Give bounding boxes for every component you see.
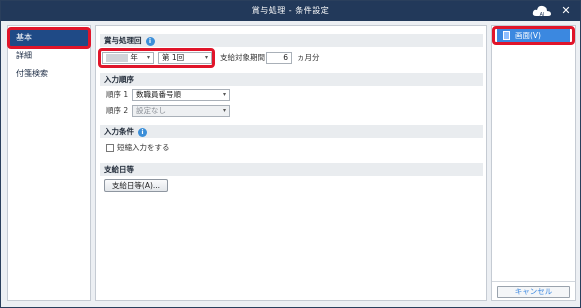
main-panel: 賞与処理回 i 年 ▾ 第 1回 ▾ 支給対象期間 6 ヵ月分 入力順序 順序 1… <box>95 25 487 301</box>
divider <box>492 281 575 282</box>
info-icon[interactable]: i <box>145 36 155 46</box>
section-input-order: 入力順序 <box>100 73 483 86</box>
shortcut-input-checkbox[interactable] <box>106 144 114 152</box>
payment-period-unit: ヵ月分 <box>297 53 320 62</box>
payment-period-input[interactable]: 6 <box>266 52 292 64</box>
chevron-down-icon: ▾ <box>222 107 226 114</box>
section-input-condition-title: 入力条件 <box>104 127 134 136</box>
highlight-ring-year-round <box>98 48 215 68</box>
order2-label: 順序 2 <box>106 106 129 115</box>
payment-date-button[interactable]: 支給日等(A)... <box>104 179 168 192</box>
cloud-badge-text: AI <box>540 12 545 18</box>
order2-combo[interactable]: 設定なし ▾ <box>132 105 230 117</box>
order1-label: 順序 1 <box>106 90 129 99</box>
cloud-icon: AI <box>532 5 551 18</box>
highlight-ring-screen <box>492 26 575 45</box>
order1-combo[interactable]: 数職員番号順 ▾ <box>132 89 230 101</box>
title-bar: 賞与処理 - 条件設定 AI ✕ <box>1 1 580 21</box>
window-title: 賞与処理 - 条件設定 <box>251 6 330 15</box>
close-icon[interactable]: ✕ <box>558 3 574 19</box>
dialog-window: 賞与処理 - 条件設定 AI ✕ 基本 詳細 付箋検索 賞与処理回 i 年 ▾ 第… <box>0 0 581 308</box>
section-payment-date: 支給日等 <box>100 163 483 176</box>
section-bonus-round: 賞与処理回 i <box>100 34 483 47</box>
section-payment-date-title: 支給日等 <box>104 165 134 174</box>
order2-value: 設定なし <box>136 106 166 115</box>
info-icon[interactable]: i <box>138 127 147 137</box>
sidebar: 基本 詳細 付箋検索 <box>7 25 91 301</box>
payment-period-label: 支給対象期間 <box>220 53 265 62</box>
shortcut-input-label: 短縮入力をする <box>117 143 170 152</box>
right-pane: 画面(V) キャンセル <box>491 25 576 301</box>
sidebar-item-detail[interactable]: 詳細 <box>10 48 88 64</box>
section-input-order-title: 入力順序 <box>104 75 134 84</box>
section-input-condition: 入力条件 i <box>100 125 483 138</box>
sidebar-item-sticky-search[interactable]: 付箋検索 <box>10 66 88 82</box>
chevron-down-icon: ▾ <box>222 91 226 98</box>
cancel-button[interactable]: キャンセル <box>497 286 570 298</box>
highlight-ring-sidebar <box>7 27 91 49</box>
order1-value: 数職員番号順 <box>136 90 181 99</box>
section-bonus-round-title: 賞与処理回 <box>104 36 142 45</box>
